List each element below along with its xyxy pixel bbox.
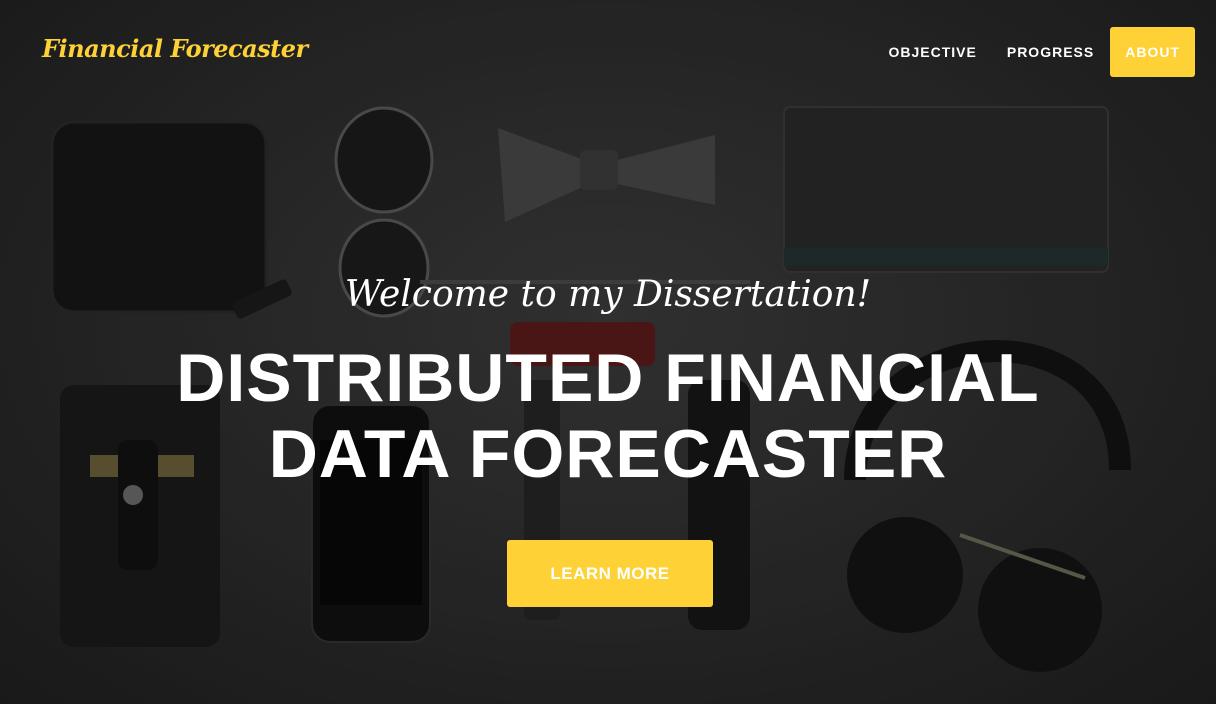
hero-subtitle: Welcome to my Dissertation!	[344, 274, 872, 315]
hero-title: DISTRIBUTED FINANCIAL DATA FORECASTER	[0, 340, 1216, 492]
nav-link-about[interactable]: ABOUT	[1110, 27, 1195, 77]
nav-link-objective[interactable]: OBJECTIVE	[874, 27, 992, 77]
hero-title-line1: DISTRIBUTED FINANCIAL	[176, 340, 1040, 416]
learn-more-button[interactable]: LEARN MORE	[507, 540, 713, 607]
hero-section: Financial Forecaster OBJECTIVE PROGRESS …	[0, 0, 1216, 704]
brand-logo[interactable]: Financial Forecaster	[42, 34, 308, 63]
main-nav: OBJECTIVE PROGRESS ABOUT	[874, 27, 1195, 77]
hero-title-line2: DATA FORECASTER	[268, 416, 948, 492]
nav-link-progress[interactable]: PROGRESS	[992, 27, 1109, 77]
